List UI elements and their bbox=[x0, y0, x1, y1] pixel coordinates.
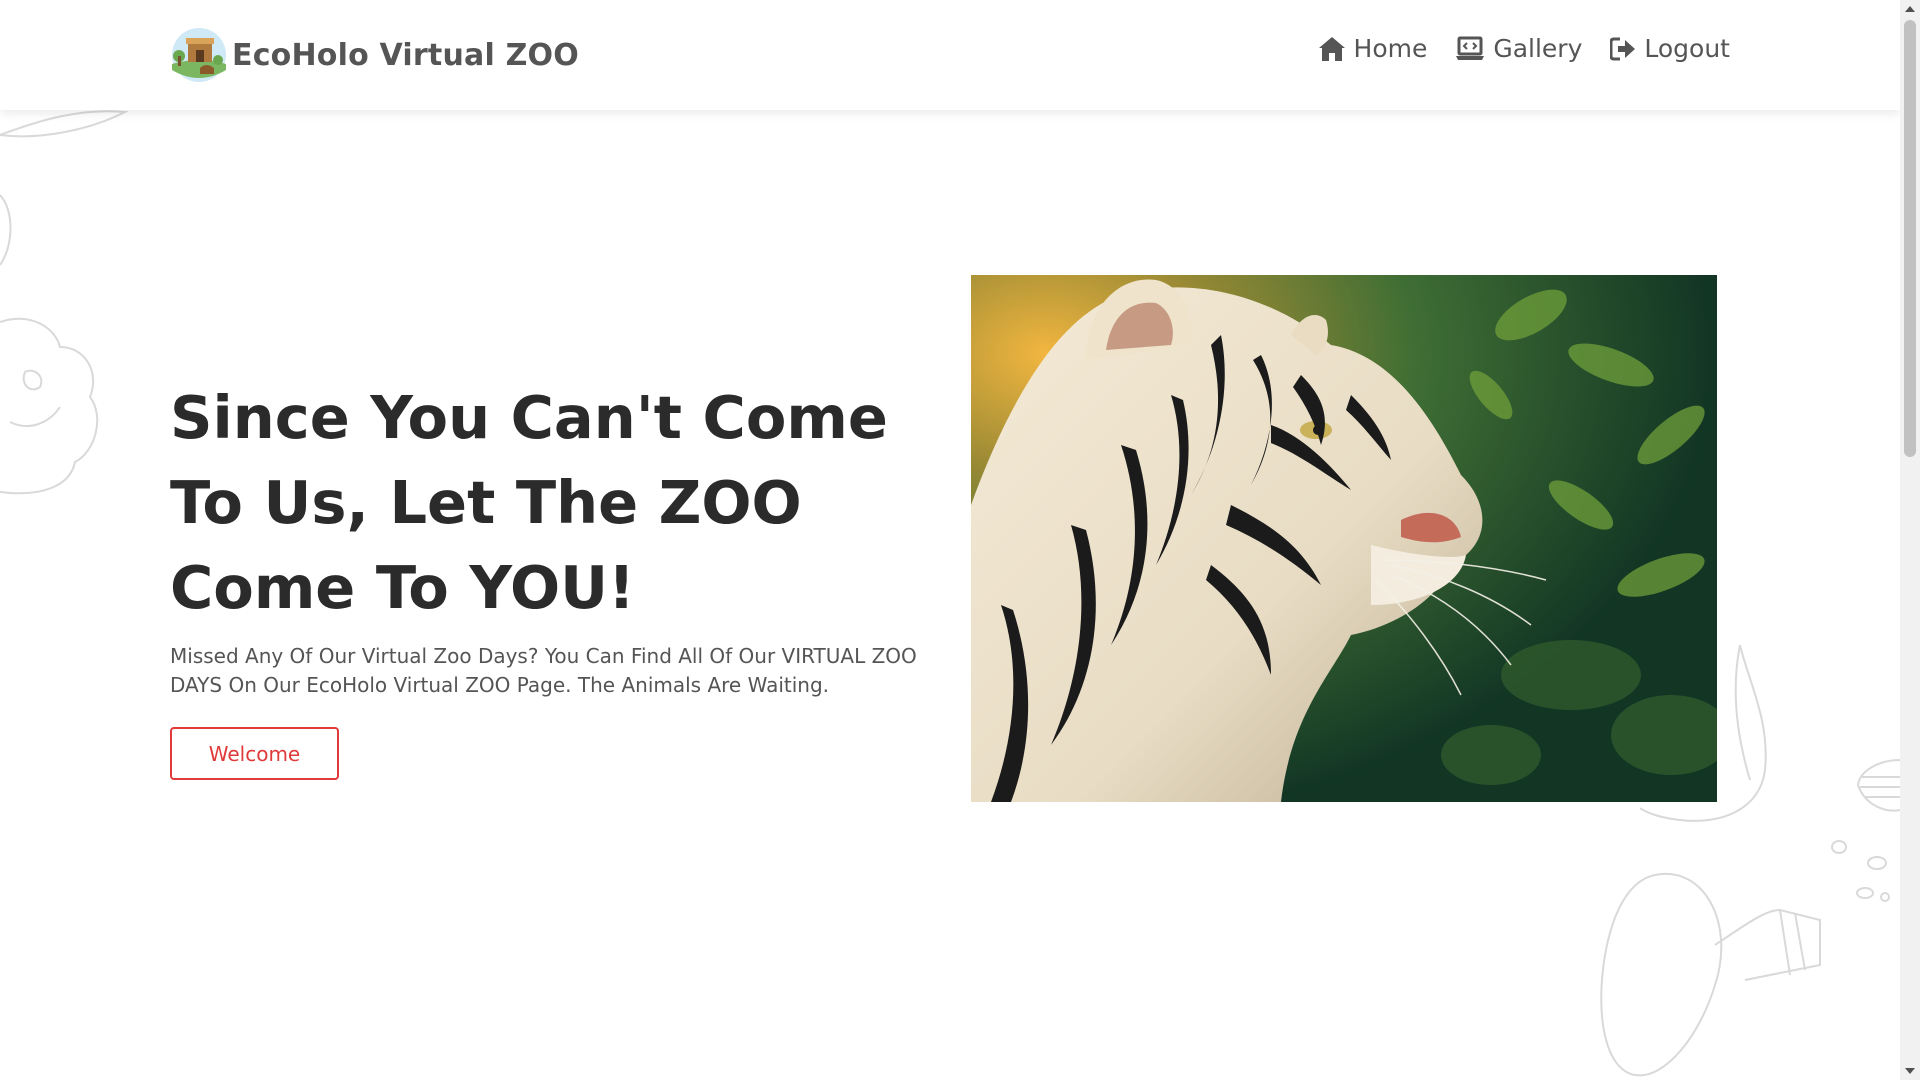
nav-gallery[interactable]: Gallery bbox=[1455, 34, 1582, 63]
brand-title: EcoHolo Virtual ZOO bbox=[232, 37, 579, 73]
nav-logout-label: Logout bbox=[1644, 34, 1730, 63]
main-nav: Home Gallery Logout bbox=[1290, 34, 1730, 63]
welcome-button[interactable]: Welcome bbox=[170, 727, 339, 780]
white-tiger-image bbox=[971, 275, 1717, 802]
mushroom-doodle bbox=[1600, 872, 1821, 1077]
nav-logout[interactable]: Logout bbox=[1610, 34, 1730, 63]
logout-icon bbox=[1610, 37, 1636, 60]
scroll-up-arrow-icon[interactable] bbox=[1900, 0, 1920, 18]
tiger-illustration bbox=[971, 275, 1717, 802]
page: EcoHolo Virtual ZOO Home Gallery Logout … bbox=[0, 0, 1900, 1080]
scrollbar-thumb[interactable] bbox=[1904, 20, 1916, 457]
hero-title: Since You Can't Come To Us, Let The ZOO … bbox=[170, 383, 888, 622]
nav-home-label: Home bbox=[1353, 34, 1428, 63]
curve-doodle bbox=[0, 194, 12, 266]
cauliflower-doodle bbox=[0, 317, 99, 495]
hero-description: Missed Any Of Our Virtual Zoo Days? You … bbox=[170, 644, 917, 697]
home-icon bbox=[1318, 36, 1345, 61]
top-navbar: EcoHolo Virtual ZOO Home Gallery Logout bbox=[0, 0, 1900, 110]
scroll-down-arrow-icon[interactable] bbox=[1900, 1062, 1920, 1080]
shell-doodle bbox=[1856, 759, 1900, 812]
vertical-scrollbar[interactable] bbox=[1900, 0, 1920, 1080]
gallery-icon bbox=[1456, 36, 1485, 60]
zoo-logo-icon bbox=[172, 28, 226, 82]
nav-gallery-label: Gallery bbox=[1493, 34, 1583, 63]
brand-link[interactable]: EcoHolo Virtual ZOO bbox=[170, 26, 579, 84]
seeds-doodle bbox=[1831, 840, 1890, 902]
nav-home[interactable]: Home bbox=[1318, 34, 1428, 63]
